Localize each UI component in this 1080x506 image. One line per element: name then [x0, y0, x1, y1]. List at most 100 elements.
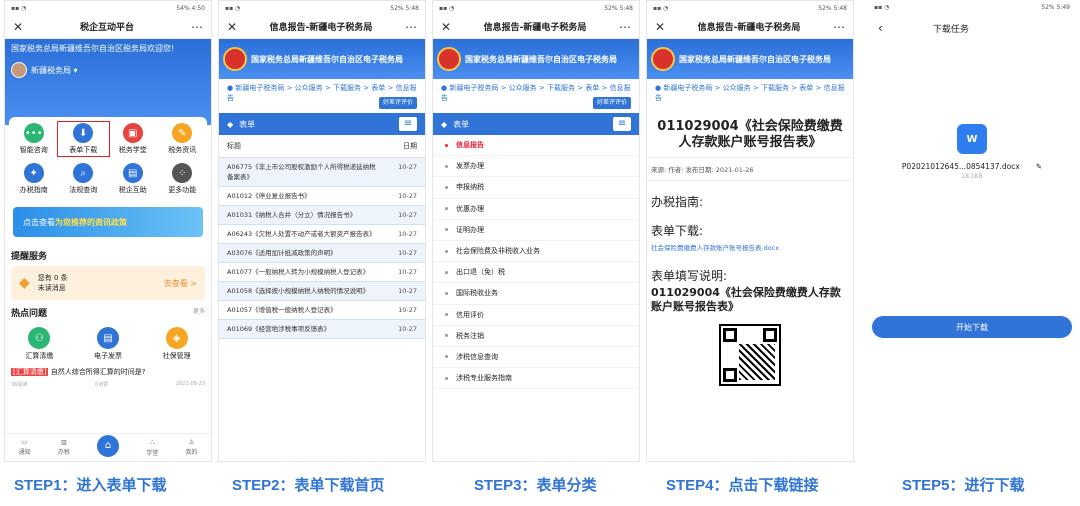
user-name: 新疆税务局 ▾	[31, 65, 78, 75]
hot-question[interactable]: [汇算清缴] 自然人综合所得汇算的时间是?	[5, 365, 211, 379]
category-item[interactable]: 优惠办理	[433, 199, 639, 220]
tab-school[interactable]: ஃ 学堂	[146, 439, 158, 457]
form-bar: ◆ 表单 ≡	[219, 113, 425, 135]
menu-icon[interactable]: ≡	[399, 117, 417, 131]
table-row[interactable]: A01069《经营地涉税事项反馈表》 10-27	[219, 320, 425, 339]
category-item[interactable]: 涉税信息查询	[433, 347, 639, 369]
category-item[interactable]: 出口退（免）税	[433, 262, 639, 284]
hot-item-social[interactable]: ◈ 社保管理	[142, 327, 211, 361]
page-title: 税企互动平台	[80, 23, 135, 33]
table-row[interactable]: A03076《适用加计抵减政策的声明》 10-27	[219, 244, 425, 263]
form-table: A06775《非上市公司股权激励个人所得税递延纳税备案表》 10-27 A0101…	[219, 158, 425, 339]
table-row[interactable]: A01057《增值税一般纳税人登记表》 10-27	[219, 301, 425, 320]
close-icon[interactable]: ✕	[227, 20, 237, 34]
hot-item-invoice[interactable]: ▤ 电子发票	[74, 327, 143, 361]
phone-3: ▪▪ ◔ 52% 5:48 ✕ 信息报告-新疆电子税务局 ⋯ 国家税务总局新疆维吾…	[432, 0, 640, 462]
more-icon[interactable]: ⋯	[619, 20, 631, 34]
tab-home[interactable]: ⌂	[97, 434, 119, 457]
category-item[interactable]: 税务注销	[433, 326, 639, 347]
grid-item-guide[interactable]: ✦ 办税指南	[9, 163, 59, 195]
tab-bar: ▭ 通知 ▥ 办税 ⌂ ஃ 学堂 ♙ 我的	[5, 433, 211, 461]
national-emblem-icon	[223, 47, 247, 71]
page-title: 信息报告-新疆电子税务局	[697, 23, 801, 33]
category-item[interactable]: 证明办理	[433, 220, 639, 241]
remind-card[interactable]: ◆ 您有 0 条未读消息 去查看 >	[11, 266, 205, 300]
rate-button[interactable]: 好差评评价	[592, 97, 631, 109]
school-icon: ஃ	[149, 438, 155, 446]
table-row[interactable]: A01031《纳税人合并（分立）情况报告书》 10-27	[219, 206, 425, 225]
grid-item-more[interactable]: ⁘ 更多功能	[158, 163, 208, 195]
category-item[interactable]: 涉税专业服务指南	[433, 368, 639, 390]
grid-item-smart-consult[interactable]: ••• 智能咨询	[9, 123, 59, 155]
table-row[interactable]: A06775《非上市公司股权激励个人所得税递延纳税备案表》 10-27	[219, 158, 425, 187]
table-row[interactable]: A01077《一般纳税人转为小规模纳税人登记表》 10-27	[219, 263, 425, 282]
start-download-button[interactable]: 开始下载	[872, 316, 1072, 338]
edit-icon[interactable]: ✎	[1036, 162, 1042, 171]
more-icon[interactable]: ⋯	[833, 20, 845, 34]
tab-mine[interactable]: ♙ 我的	[185, 439, 197, 456]
grid-item-law[interactable]: ⌕ 法规查询	[59, 163, 109, 195]
chat-icon: •••	[23, 123, 44, 143]
question-meta: 36阅读 0点赞 2021-09-23	[11, 381, 205, 388]
phone-5: ▪▪ ◔ 52% 5:49 ‹ 下载任务 W P02021012645...085…	[868, 0, 1076, 462]
settlement-icon: ⚇	[28, 327, 51, 349]
grid-item-tax-school[interactable]: ▣ 税务学堂	[108, 123, 158, 155]
title-bar: ✕ 信息报告-新疆电子税务局 ⋯	[433, 15, 639, 39]
breadcrumb[interactable]: ● 新疆电子税务局 > 公众服务 > 下载服务 > 表单 > 信息报告 好差评评价	[219, 79, 425, 113]
close-icon[interactable]: ✕	[441, 20, 451, 34]
category-item[interactable]: 信息报告	[433, 135, 639, 157]
more-icon[interactable]: ⋯	[405, 20, 417, 34]
file-name-row: P02021012645...0854137.docx ✎	[868, 162, 1076, 171]
rate-button[interactable]: 好差评评价	[378, 97, 417, 109]
status-bar: ▪▪ ◔ 52% 5:48	[439, 4, 633, 12]
hot-item-settlement[interactable]: ⚇ 汇算清缴	[5, 327, 74, 361]
category-item[interactable]: 发票办理	[433, 156, 639, 178]
guide-heading: 办税指南:	[651, 195, 704, 209]
close-icon[interactable]: ✕	[13, 20, 23, 34]
promo-banner[interactable]: 点击查看 为您推荐的资讯政策	[13, 207, 203, 237]
invoice-icon: ▤	[96, 327, 119, 349]
table-row[interactable]: A06243《欠税人处置不动产或者大额资产报告表》 10-27	[219, 225, 425, 244]
file-size: 18.1KB	[961, 173, 983, 180]
hot-more-link[interactable]: 更多	[193, 306, 205, 319]
category-item[interactable]: 申报纳税	[433, 177, 639, 199]
grid-item-mutual[interactable]: ▤ 税企互助	[108, 163, 158, 195]
more-icon[interactable]: ⋯	[191, 20, 203, 34]
docx-download-link[interactable]: 社会保险费缴费人存款账户账号报告表.docx	[647, 239, 853, 255]
category-item[interactable]: 信用评价	[433, 305, 639, 326]
category-list: 信息报告 发票办理 申报纳税 优惠办理 证明办理 社会保险费及非税收入业务 出口…	[433, 135, 639, 390]
step-label-2: STEP2：表单下载首页	[232, 477, 385, 494]
bell-icon: ◆	[19, 275, 30, 291]
remind-go-link[interactable]: 去查看 >	[164, 278, 197, 289]
location-icon: ●	[227, 84, 234, 92]
document-subtitle: 011029004《社会保险费缴费人存款账户账号报告表》	[651, 286, 841, 313]
gov-header: 国家税务总局新疆维吾尔自治区电子税务局	[219, 39, 425, 79]
file-name: P02021012645...0854137.docx	[901, 162, 1020, 171]
user-switch[interactable]: 新疆税务局 ▾	[11, 62, 205, 78]
phone-1: ▪▪ ◔ 54% 4:50 ✕ 税企互动平台 ⋯ 国家税务总局新疆维吾尔自治区税务…	[4, 0, 212, 462]
screenshot-stage: ▪▪ ◔ 54% 4:50 ✕ 税企互动平台 ⋯ 国家税务总局新疆维吾尔自治区税务…	[0, 0, 1080, 506]
doc-icon: ▥	[60, 439, 67, 446]
table-row[interactable]: A01012《停业复业报告书》 10-27	[219, 187, 425, 206]
grid-item-tax-news[interactable]: ✎ 税务资讯	[158, 123, 208, 155]
breadcrumb[interactable]: ● 新疆电子税务局 > 公众服务 > 下载服务 > 表单 > 信息报告	[647, 79, 853, 109]
back-icon[interactable]: ‹	[878, 21, 883, 35]
tab-tax[interactable]: ▥ 办税	[58, 439, 70, 456]
compass-icon: ✦	[23, 163, 44, 183]
grid-item-form-download[interactable]: ⬇ 表单下载	[56, 121, 110, 157]
download-icon: ⬇	[73, 123, 94, 143]
table-row[interactable]: A01058《选择按小规模纳税人纳税的情况说明》 10-27	[219, 282, 425, 301]
tab-notice[interactable]: ▭ 通知	[19, 439, 31, 456]
status-bar: ▪▪ ◔ 52% 5:49	[874, 3, 1070, 11]
close-icon[interactable]: ✕	[655, 20, 665, 34]
user-icon: ♙	[188, 439, 195, 446]
fill-heading: 表单填写说明:	[651, 269, 728, 283]
category-item[interactable]: 社会保险费及非税收入业务	[433, 241, 639, 263]
home-icon: ⌂	[97, 434, 119, 457]
page-title: 信息报告-新疆电子税务局	[483, 23, 587, 33]
category-item[interactable]: 国际税收业务	[433, 283, 639, 305]
hot-grid: ⚇ 汇算清缴 ▤ 电子发票 ◈ 社保管理	[5, 323, 211, 365]
menu-icon[interactable]: ≡	[613, 117, 631, 131]
breadcrumb[interactable]: ● 新疆电子税务局 > 公众服务 > 下载服务 > 表单 > 信息报告 好差评评价	[433, 79, 639, 113]
hot-title: 热点问题 更多	[11, 306, 205, 319]
